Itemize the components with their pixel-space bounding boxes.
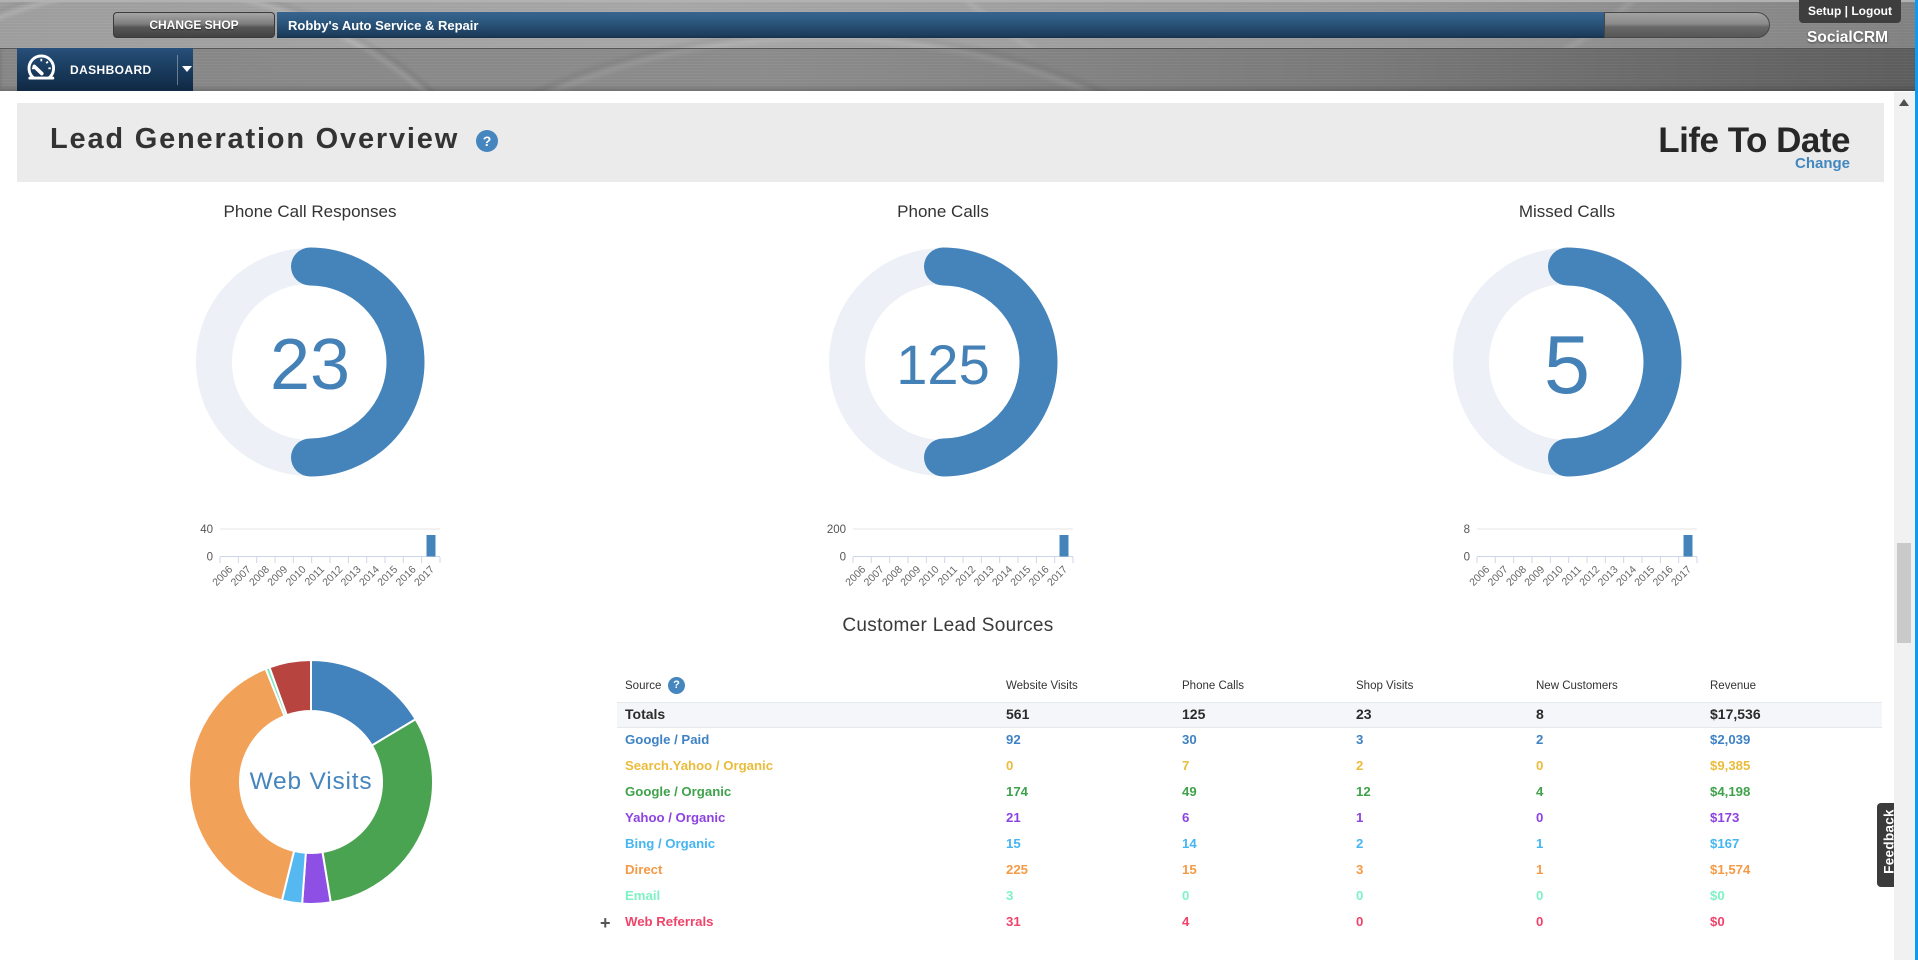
svg-text:0: 0 (1464, 552, 1470, 564)
svg-text:8: 8 (1464, 524, 1470, 536)
svg-text:200: 200 (827, 524, 846, 536)
svg-text:0: 0 (207, 552, 213, 564)
svg-text:2017: 2017 (1669, 564, 1694, 589)
svg-text:40: 40 (200, 524, 213, 536)
svg-text:2017: 2017 (412, 564, 437, 589)
svg-text:2017: 2017 (1045, 564, 1070, 589)
svg-text:0: 0 (840, 552, 846, 564)
